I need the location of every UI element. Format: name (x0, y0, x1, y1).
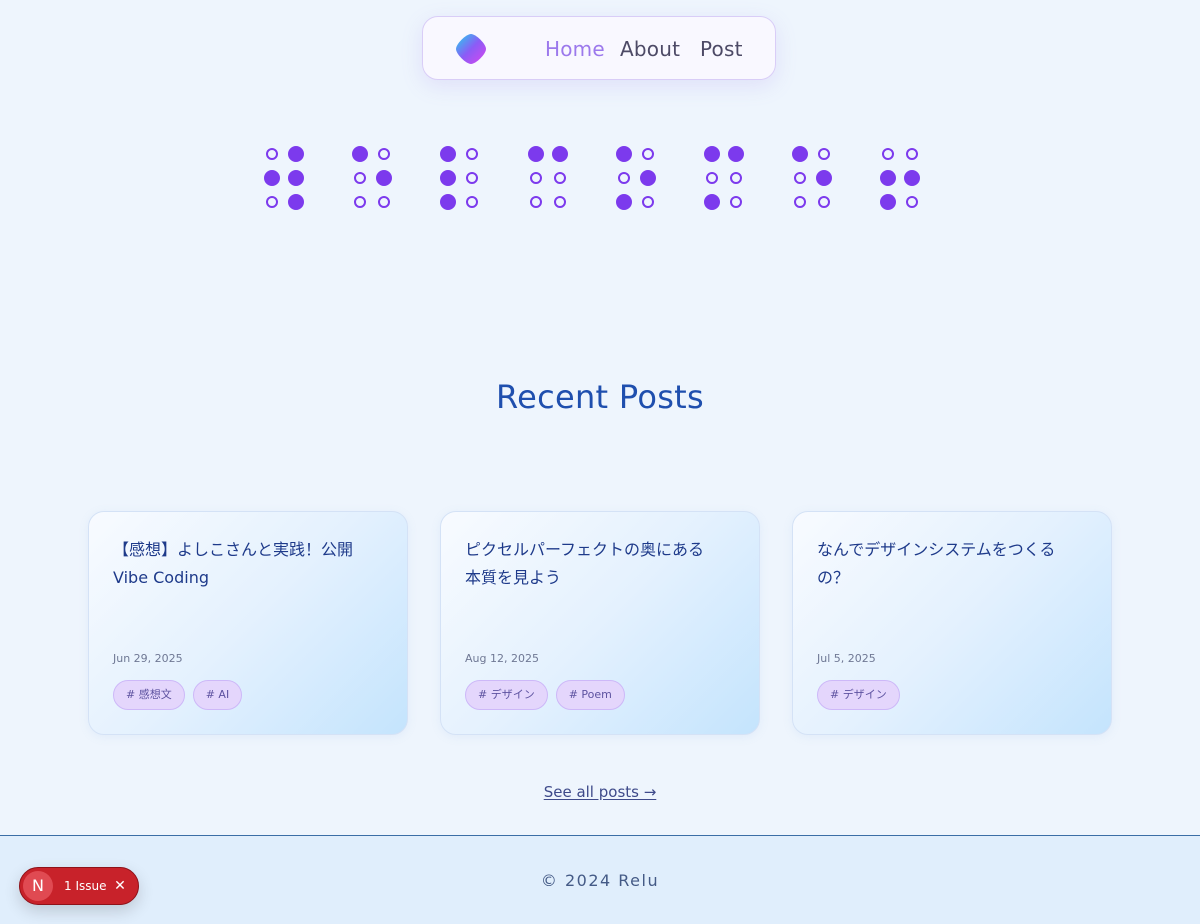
braille-dot-filled (376, 170, 392, 186)
braille-dot-empty (554, 196, 566, 208)
issue-count-label[interactable]: 1 Issue (64, 877, 106, 895)
braille-dot-filled (728, 146, 744, 162)
braille-dot-filled (440, 170, 456, 186)
post-title[interactable]: 【感想】よしこさんと実践！公開Vibe Coding (113, 536, 363, 592)
braille-dot-filled (440, 194, 456, 210)
braille-cell (526, 144, 570, 208)
post-card[interactable]: ピクセルパーフェクトの奥にある本質を見よう Aug 12, 2025 # デザイ… (440, 511, 760, 735)
braille-dot-empty (818, 148, 830, 160)
post-title[interactable]: なんでデザインシステムをつくるの？ (817, 536, 1067, 592)
braille-dot-filled (288, 194, 304, 210)
post-title[interactable]: ピクセルパーフェクトの奥にある本質を見よう (465, 536, 715, 592)
tag-pill[interactable]: # デザイン (817, 680, 900, 710)
braille-dot-empty (354, 172, 366, 184)
braille-dot-filled (352, 146, 368, 162)
braille-dot-filled (440, 146, 456, 162)
braille-pattern (262, 144, 942, 214)
braille-cell (614, 144, 658, 210)
post-date: Jul 5, 2025 (817, 652, 876, 665)
recent-posts-heading: Recent Posts (496, 378, 704, 416)
braille-dot-empty (354, 196, 366, 208)
braille-dot-empty (554, 172, 566, 184)
see-all-container: See all posts → (0, 782, 1200, 802)
braille-dot-empty (818, 196, 830, 208)
braille-dot-empty (794, 196, 806, 208)
braille-dot-empty (618, 172, 630, 184)
nav-link-home[interactable]: Home (545, 36, 605, 62)
braille-cell (878, 144, 922, 210)
braille-dot-filled (616, 194, 632, 210)
braille-dot-filled (264, 170, 280, 186)
braille-cell (350, 144, 394, 208)
braille-dot-empty (266, 148, 278, 160)
post-tags: # 感想文 # AI (113, 680, 243, 710)
braille-dot-empty (642, 196, 654, 208)
copyright-text: © 2024 Relu (540, 871, 660, 890)
braille-dot-empty (466, 172, 478, 184)
post-tags: # デザイン (817, 680, 900, 710)
post-card[interactable]: なんでデザインシステムをつくるの？ Jul 5, 2025 # デザイン (792, 511, 1112, 735)
braille-dot-filled (704, 194, 720, 210)
braille-dot-empty (706, 172, 718, 184)
braille-dot-filled (552, 146, 568, 162)
braille-dot-filled (880, 170, 896, 186)
braille-dot-empty (466, 196, 478, 208)
post-card[interactable]: 【感想】よしこさんと実践！公開Vibe Coding Jun 29, 2025 … (88, 511, 408, 735)
braille-cell (438, 144, 482, 210)
next-logo-icon[interactable]: N (23, 871, 53, 901)
see-all-posts-link[interactable]: See all posts → (544, 783, 657, 801)
braille-dot-filled (704, 146, 720, 162)
braille-dot-empty (530, 172, 542, 184)
braille-dot-empty (378, 148, 390, 160)
braille-dot-filled (528, 146, 544, 162)
main-nav: Home About Post (422, 16, 776, 80)
braille-dot-filled (288, 146, 304, 162)
braille-dot-empty (730, 196, 742, 208)
post-date: Aug 12, 2025 (465, 652, 539, 665)
braille-dot-empty (730, 172, 742, 184)
braille-cell (262, 144, 306, 210)
braille-dot-empty (266, 196, 278, 208)
braille-dot-filled (616, 146, 632, 162)
post-tags: # デザイン # Poem (465, 680, 625, 710)
braille-dot-filled (880, 194, 896, 210)
tag-pill[interactable]: # デザイン (465, 680, 548, 710)
braille-dot-filled (792, 146, 808, 162)
braille-dot-empty (642, 148, 654, 160)
tag-pill[interactable]: # AI (192, 680, 243, 710)
braille-dot-empty (906, 148, 918, 160)
braille-dot-empty (466, 148, 478, 160)
braille-dot-empty (530, 196, 542, 208)
nav-link-post[interactable]: Post (700, 36, 743, 62)
braille-dot-filled (904, 170, 920, 186)
nav-link-about[interactable]: About (620, 36, 680, 62)
logo-icon[interactable] (455, 33, 487, 65)
braille-dot-empty (378, 196, 390, 208)
braille-cell (790, 144, 834, 208)
braille-dot-empty (906, 196, 918, 208)
issue-badge[interactable]: N 1 Issue ✕ (19, 867, 139, 905)
footer: © 2024 Relu (0, 835, 1200, 924)
tag-pill[interactable]: # Poem (555, 680, 625, 710)
braille-cell (702, 144, 746, 210)
braille-dot-filled (640, 170, 656, 186)
braille-dot-empty (794, 172, 806, 184)
braille-dot-filled (288, 170, 304, 186)
close-icon[interactable]: ✕ (112, 877, 128, 895)
braille-dot-empty (882, 148, 894, 160)
braille-dot-filled (816, 170, 832, 186)
post-date: Jun 29, 2025 (113, 652, 183, 665)
tag-pill[interactable]: # 感想文 (113, 680, 185, 710)
